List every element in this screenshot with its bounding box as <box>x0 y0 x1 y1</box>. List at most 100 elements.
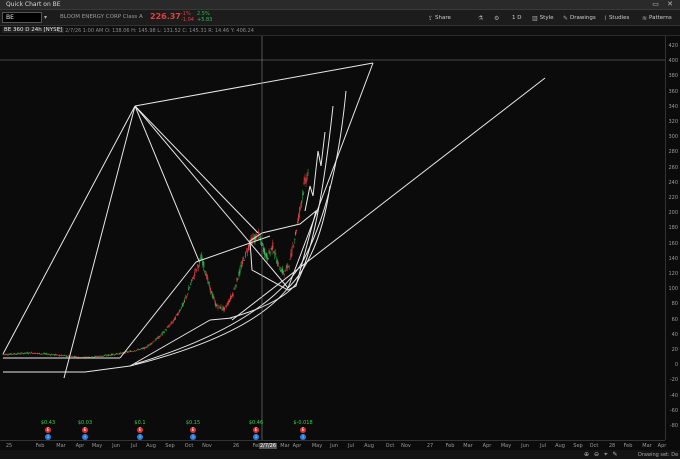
candle-body <box>20 353 22 354</box>
study-name[interactable]: BE 360 D 24h [NYSE] <box>2 27 65 33</box>
candle-body <box>170 322 172 325</box>
info-icon[interactable]: i <box>300 434 306 440</box>
candle-body <box>31 352 33 354</box>
style-button[interactable]: ▥ Style <box>532 13 554 23</box>
earnings-icon[interactable]: E <box>253 427 259 433</box>
price-chart[interactable] <box>0 36 665 440</box>
earnings-icon[interactable]: E <box>137 427 143 433</box>
candle-body <box>30 353 32 355</box>
candle-body <box>227 303 229 305</box>
candle-body <box>235 284 237 287</box>
candle-body <box>257 238 259 240</box>
earnings-icon[interactable]: E <box>190 427 196 433</box>
candle-body <box>15 354 17 355</box>
info-icon[interactable]: i <box>45 434 51 440</box>
candle-body <box>12 354 14 355</box>
drawings-button[interactable]: ✎ Drawings <box>563 13 596 23</box>
share-button[interactable]: ⇪ Share <box>428 13 451 23</box>
candle-body <box>206 273 208 280</box>
candle-body <box>104 354 106 356</box>
candle-body <box>26 352 28 354</box>
candle-body <box>270 248 272 249</box>
studies-button[interactable]: ⌇ Studies <box>604 13 629 23</box>
candle-body <box>128 351 130 353</box>
earnings-icon[interactable]: E <box>45 427 51 433</box>
info-icon[interactable]: i <box>137 434 143 440</box>
time-tick: Mar <box>280 443 290 449</box>
candle-body <box>116 353 118 355</box>
candle-body <box>155 338 157 341</box>
candle-body <box>36 352 38 354</box>
candle-body <box>230 296 232 297</box>
candle-body <box>233 289 235 290</box>
flask-button[interactable]: ⚗ <box>478 13 483 23</box>
change-after: 2.5% +5.83 <box>197 11 213 23</box>
candle-body <box>288 266 290 268</box>
last-price: 226.37 <box>150 12 181 21</box>
candle-body <box>200 257 202 259</box>
info-icon[interactable]: i <box>253 434 259 440</box>
candle-body <box>59 355 61 356</box>
earnings-icon[interactable]: E <box>82 427 88 433</box>
candle-body <box>244 260 246 261</box>
patterns-button[interactable]: ≋ Patterns <box>642 13 672 23</box>
candle-body <box>115 353 117 355</box>
zoom-in-icon[interactable]: ⊕ <box>584 451 589 459</box>
candle-body <box>14 353 16 355</box>
candle-body <box>256 234 258 235</box>
candle-body <box>87 356 89 358</box>
candle-body <box>21 352 23 354</box>
symbol-input[interactable]: BE <box>2 12 42 23</box>
candles-icon: ▥ <box>532 14 538 22</box>
candle-body <box>269 252 271 254</box>
candle-body <box>145 346 147 348</box>
time-tick: Jun <box>330 443 338 449</box>
price-tick: 100 <box>668 286 678 293</box>
candle-body <box>284 270 286 272</box>
candle-body <box>108 354 110 356</box>
time-axis[interactable]: 25 Feb Mar Apr May Jun Jul Aug Sep Oct Nov 26 Feb Mar… <box>0 440 666 450</box>
candle-body <box>16 353 18 355</box>
info-icon[interactable]: i <box>190 434 196 440</box>
candle-body <box>19 353 21 355</box>
candle-body <box>218 305 220 306</box>
price-tick: 280 <box>668 149 678 156</box>
candle-body <box>229 296 231 300</box>
candle-body <box>150 343 152 345</box>
pencil-icon[interactable]: ✎ <box>612 451 617 459</box>
candle-body <box>176 313 178 316</box>
candle-body <box>224 307 226 310</box>
candle-body <box>156 337 158 339</box>
candle-body <box>263 247 265 252</box>
time-tick: Mar <box>642 443 652 449</box>
zoom-out-icon[interactable]: ⊖ <box>594 451 599 459</box>
candle-body <box>185 297 187 299</box>
interval-button[interactable]: 1 D <box>512 13 521 23</box>
time-tick: Mar <box>463 443 473 449</box>
candle-body <box>203 262 205 268</box>
candle-body <box>301 200 303 204</box>
candle-body <box>220 306 222 309</box>
candle-body <box>137 349 139 350</box>
window-controls[interactable]: ▭ ✕ <box>652 0 676 8</box>
candle-body <box>29 352 31 353</box>
candle-body <box>202 260 204 265</box>
cursor-icon[interactable]: ⌖ <box>604 451 607 459</box>
candle-body <box>91 356 93 357</box>
candle-body <box>289 259 291 260</box>
price-axis[interactable]: 420 400 380 360 340 320 300 280 260 240 220 200 180 1… <box>665 36 680 440</box>
candle-body <box>272 242 274 249</box>
candle-body <box>114 353 116 355</box>
candle-body <box>198 265 200 269</box>
info-icon[interactable]: i <box>82 434 88 440</box>
earnings-icon[interactable]: E <box>300 427 306 433</box>
time-tick: Mar <box>56 443 66 449</box>
time-tick: 26 <box>232 443 240 449</box>
chevron-down-icon[interactable]: ▾ <box>44 14 47 21</box>
settings-button[interactable]: ⚙ <box>494 13 499 23</box>
time-tick: Aug <box>364 443 374 449</box>
candle-body <box>295 232 297 235</box>
candle-body <box>39 353 41 355</box>
price-tick: 160 <box>668 240 678 247</box>
candle-body <box>127 351 129 353</box>
